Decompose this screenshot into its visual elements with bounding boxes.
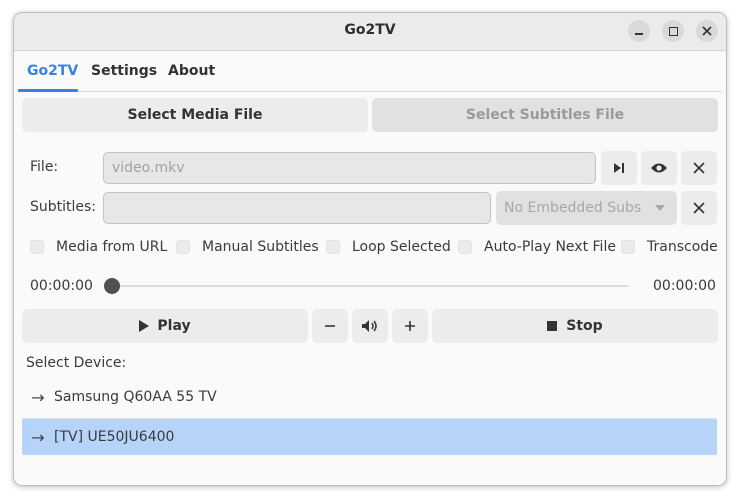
select-media-file-button[interactable]: Select Media File [22, 98, 368, 132]
file-label: File: [30, 159, 59, 175]
checkbox-box[interactable] [326, 240, 340, 254]
device-name: [TV] UE50JU6400 [54, 429, 175, 445]
clear-subtitles-button[interactable] [681, 191, 717, 225]
maximize-icon [668, 26, 678, 36]
play-icon [139, 320, 150, 332]
device-name: Samsung Q60AA 55 TV [54, 389, 217, 405]
chevron-down-icon [655, 205, 665, 211]
play-label: Play [157, 318, 191, 334]
select-device-label: Select Device: [26, 355, 127, 371]
transcode-checkbox[interactable]: Transcode [621, 239, 718, 255]
arrow-right-icon: → [31, 387, 45, 407]
embedded-subs-value: No Embedded Subs [504, 200, 642, 216]
active-tab-indicator [18, 89, 78, 92]
device-item-selected[interactable]: → [TV] UE50JU6400 [22, 419, 717, 455]
stop-button[interactable]: Stop [432, 309, 718, 343]
eye-icon [651, 163, 667, 173]
manual-subtitles-checkbox[interactable]: Manual Subtitles [176, 239, 319, 255]
minimize-icon [635, 33, 643, 35]
device-item[interactable]: → Samsung Q60AA 55 TV [22, 379, 717, 415]
checkbox-label: Loop Selected [352, 239, 451, 255]
x-icon [693, 162, 705, 174]
auto-play-next-checkbox[interactable]: Auto-Play Next File [458, 239, 616, 255]
checkbox-label: Auto-Play Next File [484, 239, 616, 255]
seek-slider-handle[interactable] [104, 278, 120, 294]
loop-selected-checkbox[interactable]: Loop Selected [326, 239, 451, 255]
preview-button[interactable] [641, 151, 677, 185]
media-from-url-checkbox[interactable]: Media from URL [30, 239, 167, 255]
subtitles-field[interactable] [103, 192, 491, 224]
volume-down-button[interactable] [312, 309, 348, 343]
tab-settings[interactable]: Settings [91, 63, 157, 79]
mute-button[interactable] [352, 309, 388, 343]
checkbox-label: Transcode [647, 239, 718, 255]
plus-icon [405, 321, 415, 331]
tab-about[interactable]: About [168, 63, 215, 79]
checkbox-label: Manual Subtitles [202, 239, 319, 255]
checkbox-box[interactable] [30, 240, 44, 254]
tab-divider [18, 91, 722, 92]
subtitles-label: Subtitles: [30, 199, 97, 215]
checkbox-box[interactable] [458, 240, 472, 254]
embedded-subs-select[interactable]: No Embedded Subs [496, 191, 677, 225]
file-field[interactable]: video.mkv [103, 152, 596, 184]
close-window-button[interactable] [696, 20, 718, 42]
speaker-icon [362, 320, 377, 332]
x-icon [693, 202, 705, 214]
minus-icon [325, 325, 335, 327]
clear-file-button[interactable] [681, 151, 717, 185]
title-bar: Go2TV [14, 13, 726, 51]
checkbox-box[interactable] [176, 240, 190, 254]
checkbox-box[interactable] [621, 240, 635, 254]
minimize-button[interactable] [628, 20, 650, 42]
file-value: video.mkv [112, 160, 185, 176]
stop-label: Stop [566, 318, 603, 334]
tab-go2tv[interactable]: Go2TV [27, 63, 78, 79]
select-subtitles-file-button[interactable]: Select Subtitles File [372, 98, 718, 132]
play-button[interactable]: Play [22, 309, 308, 343]
main-content: Go2TV Settings About Select Media File S… [14, 51, 726, 485]
checkbox-label: Media from URL [56, 239, 168, 255]
maximize-button[interactable] [662, 20, 684, 42]
volume-up-button[interactable] [392, 309, 428, 343]
window-title: Go2TV [344, 22, 396, 38]
close-icon [702, 26, 712, 36]
app-window: Go2TV Go2TV Settings About Select Media … [13, 12, 727, 486]
current-time: 00:00:00 [30, 278, 93, 294]
skip-next-icon [614, 163, 624, 173]
stop-icon [547, 321, 558, 331]
seek-slider-track[interactable] [113, 285, 628, 287]
total-time: 00:00:00 [653, 278, 716, 294]
arrow-right-icon: → [31, 427, 45, 447]
next-file-button[interactable] [601, 151, 637, 185]
